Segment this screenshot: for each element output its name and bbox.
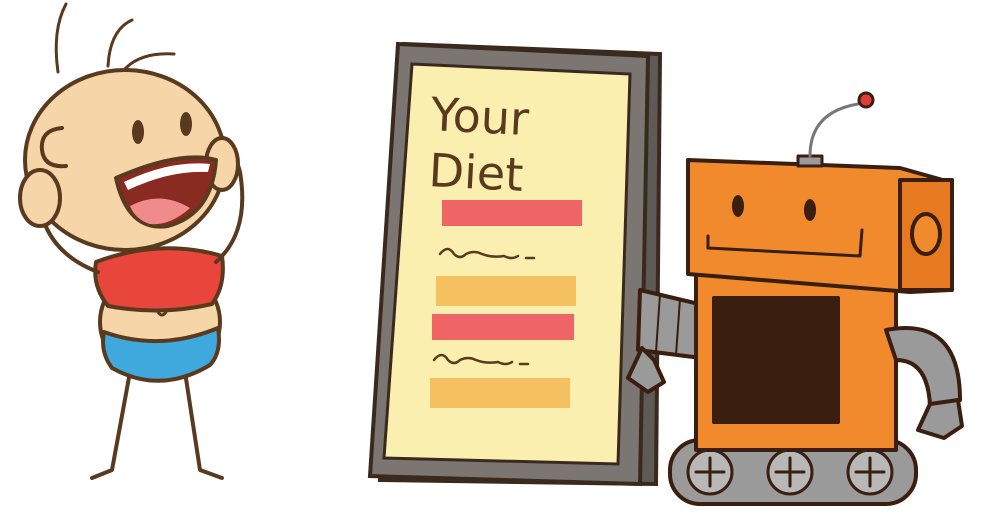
kid-eye-right <box>180 112 192 136</box>
diet-bar-orange-1 <box>436 276 576 306</box>
diet-bar-orange-2 <box>430 378 570 408</box>
robot-chest-screen <box>712 296 840 424</box>
kid-eye-left <box>132 120 144 144</box>
diet-bar-red-2 <box>432 314 574 340</box>
kid-right-leg <box>183 370 224 480</box>
kid-hair-3 <box>122 52 176 72</box>
orange-robot <box>626 91 964 506</box>
robot-antenna-tip <box>857 91 875 109</box>
diet-board: Your Diet <box>367 41 663 487</box>
diet-bar-red-1 <box>442 200 582 226</box>
robot-antenna <box>808 102 860 158</box>
kid-shirt <box>93 246 225 313</box>
board-title-line-2: Diet <box>427 143 524 202</box>
kid-left-hand <box>18 168 62 228</box>
robot-wheels <box>686 448 894 496</box>
board-title-line-1: Your <box>428 87 530 146</box>
robot-eye-left <box>732 195 744 217</box>
diet-robot-illustration: Your Diet <box>18 2 964 506</box>
kid-left-leg <box>90 370 132 480</box>
kid-ear <box>39 126 68 169</box>
robot-ear-knob <box>910 212 942 256</box>
robot-eye-right <box>804 199 816 221</box>
kid-hair-2 <box>106 18 134 68</box>
robot-right-claw <box>916 398 964 440</box>
kid-hair-1 <box>54 2 68 74</box>
excited-boy <box>18 2 245 480</box>
